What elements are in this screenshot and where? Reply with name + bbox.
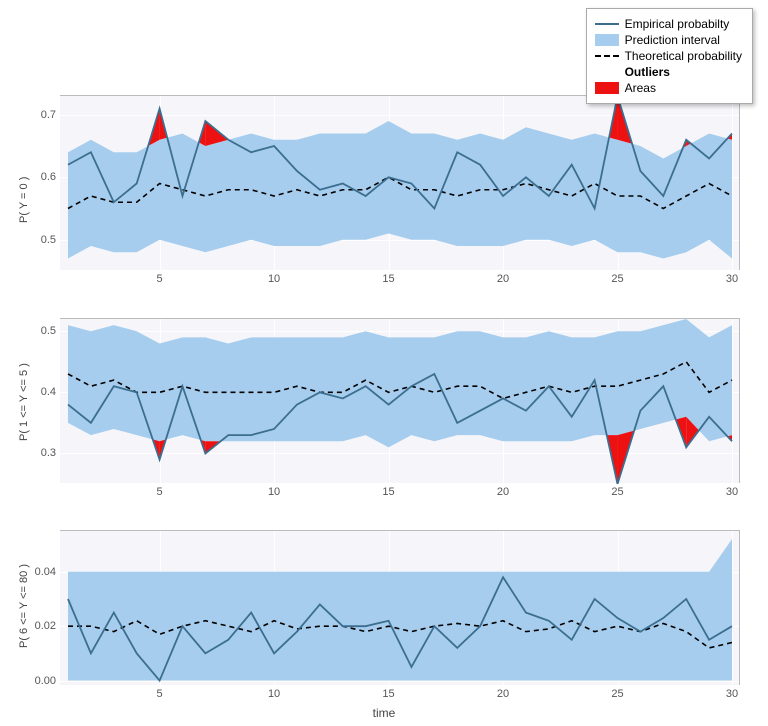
- y-tick-label: 0.04: [35, 566, 60, 578]
- y-axis-label: P( 1 <= Y <= 5 ): [18, 363, 30, 441]
- x-tick-label: 20: [497, 270, 509, 285]
- swatch-icon: [595, 82, 619, 94]
- x-tick-label: 5: [157, 685, 163, 700]
- legend-label: Theoretical probability: [625, 49, 742, 63]
- legend-item: Empirical probabilty: [595, 17, 742, 31]
- legend-item: Areas: [595, 81, 742, 95]
- dashed-line-icon: [595, 50, 619, 62]
- x-tick-label: 10: [268, 270, 280, 285]
- y-tick-label: 0.00: [35, 675, 60, 687]
- x-axis-label: time: [373, 706, 396, 720]
- chart-panel: 0.50.60.751015202530: [60, 95, 740, 270]
- legend-item: Prediction interval: [595, 33, 742, 47]
- y-tick-label: 0.02: [35, 620, 60, 632]
- x-tick-label: 15: [382, 483, 394, 498]
- x-tick-label: 20: [497, 685, 509, 700]
- chart-panel: 0.000.020.0451015202530: [60, 530, 740, 685]
- x-tick-label: 30: [726, 483, 738, 498]
- x-tick-label: 10: [268, 483, 280, 498]
- x-tick-label: 30: [726, 270, 738, 285]
- y-tick-label: 0.3: [41, 447, 60, 459]
- x-tick-label: 30: [726, 685, 738, 700]
- y-axis-label: P( Y = 0 ): [18, 176, 30, 222]
- x-tick-label: 15: [382, 270, 394, 285]
- x-tick-label: 10: [268, 685, 280, 700]
- legend-item: Theoretical probability: [595, 49, 742, 63]
- prediction-band: [68, 319, 732, 447]
- plot-svg: [60, 319, 740, 484]
- y-tick-label: 0.6: [41, 171, 60, 183]
- y-tick-label: 0.4: [41, 386, 60, 398]
- legend-label: Prediction interval: [625, 33, 720, 47]
- chart-panel: 0.30.40.551015202530: [60, 318, 740, 483]
- y-axis-label: P( 6 <= Y <= 80 ): [18, 564, 30, 648]
- plot-svg: [60, 96, 740, 271]
- x-tick-label: 25: [611, 483, 623, 498]
- y-tick-label: 0.5: [41, 325, 60, 337]
- plot-svg: [60, 531, 740, 686]
- x-tick-label: 5: [157, 483, 163, 498]
- legend-header: Outliers: [595, 65, 742, 79]
- legend: Empirical probabilty Prediction interval…: [586, 8, 753, 104]
- x-tick-label: 25: [611, 685, 623, 700]
- y-tick-label: 0.5: [41, 234, 60, 246]
- legend-label: Outliers: [625, 65, 670, 79]
- swatch-icon: [595, 34, 619, 46]
- x-tick-label: 25: [611, 270, 623, 285]
- legend-label: Areas: [625, 81, 656, 95]
- x-tick-label: 5: [157, 270, 163, 285]
- x-tick-label: 20: [497, 483, 509, 498]
- x-tick-label: 15: [382, 685, 394, 700]
- legend-label: Empirical probabilty: [625, 17, 730, 31]
- line-icon: [595, 18, 619, 30]
- y-tick-label: 0.7: [41, 109, 60, 121]
